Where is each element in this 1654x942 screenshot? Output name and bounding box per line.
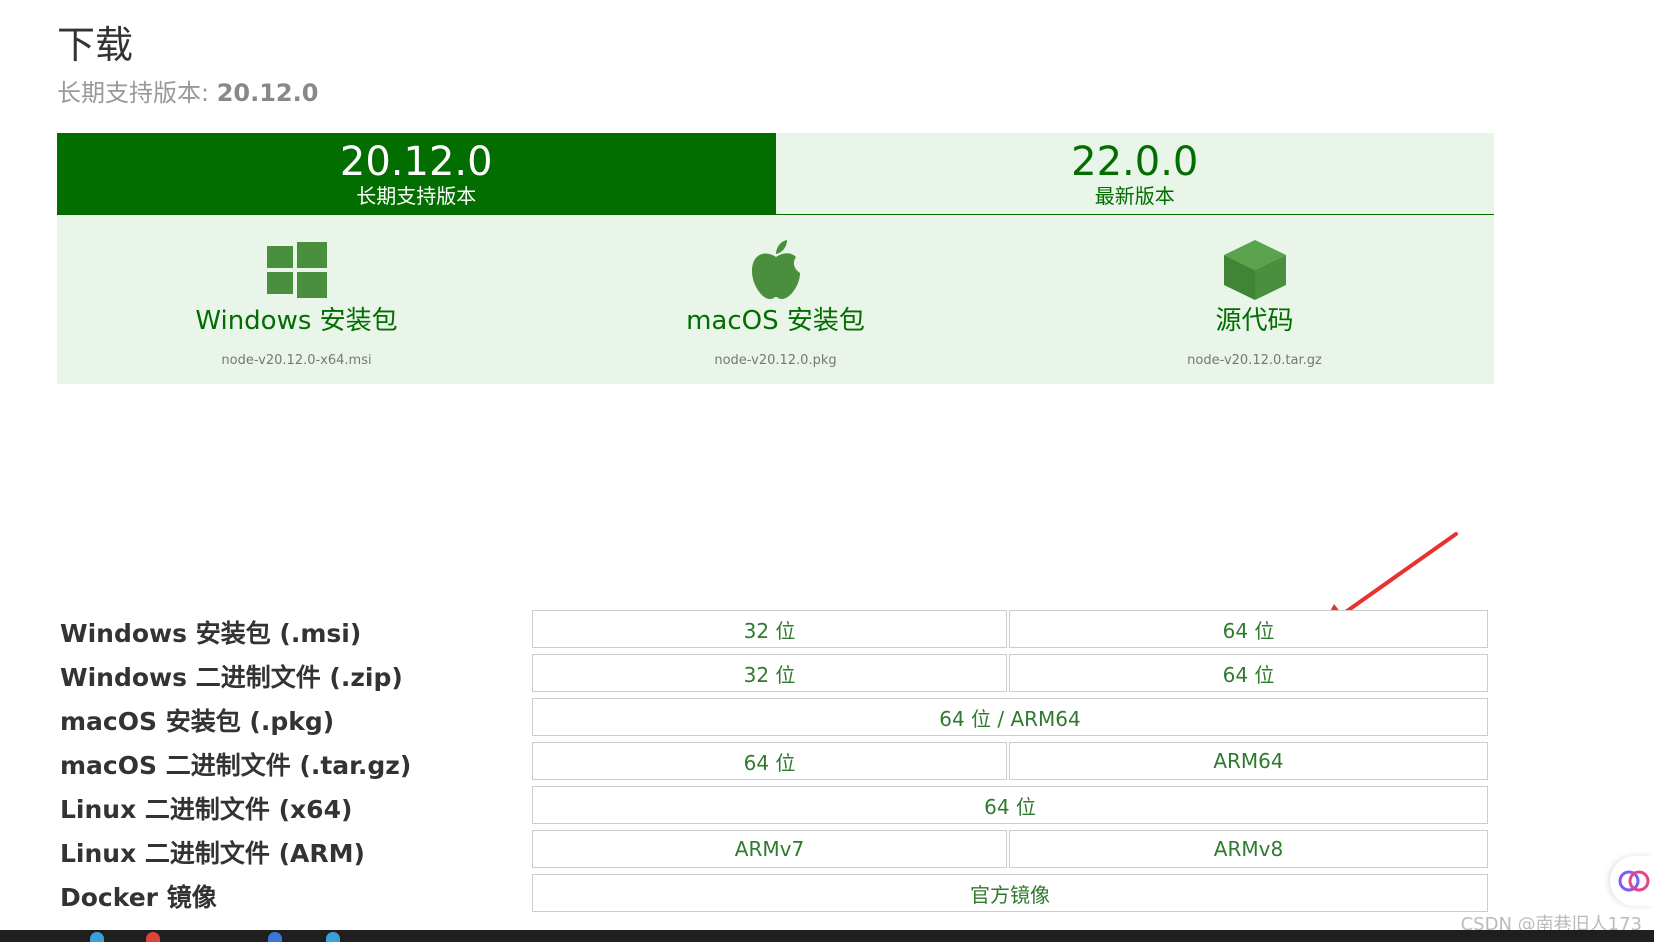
download-link[interactable]: 官方镜像 — [532, 874, 1488, 912]
download-link[interactable]: 64 位 — [532, 786, 1488, 824]
download-link[interactable]: 32 位 — [532, 654, 1007, 692]
taskbar-app-icon[interactable] — [146, 932, 160, 942]
brain-icon — [1618, 870, 1650, 892]
table-row: Windows 二进制文件 (.zip) 32 位 64 位 — [57, 652, 1494, 696]
row-label: Docker 镜像 — [60, 883, 217, 912]
floating-assistant-button[interactable] — [1610, 856, 1654, 906]
macos-installer-card[interactable]: macOS 安装包 node-v20.12.0.pkg — [536, 215, 1015, 384]
table-row: macOS 安装包 (.pkg) 64 位 / ARM64 — [57, 696, 1494, 740]
table-row: macOS 二进制文件 (.tar.gz) 64 位 ARM64 — [57, 740, 1494, 784]
tab-lts-version: 20.12.0 — [339, 138, 493, 185]
page-title: 下载 — [57, 23, 134, 67]
version-tabs: 20.12.0 长期支持版本 22.0.0 最新版本 — [57, 133, 1494, 216]
table-row: Docker 镜像 官方镜像 — [57, 872, 1494, 916]
windows-installer-card[interactable]: Windows 安装包 node-v20.12.0-x64.msi — [57, 215, 536, 384]
subtitle-version: 20.12.0 — [216, 79, 319, 107]
table-row: Linux 二进制文件 (x64) 64 位 — [57, 784, 1494, 828]
apple-logo-icon — [750, 239, 802, 301]
download-link[interactable]: 32 位 — [532, 610, 1007, 648]
page-subtitle: 长期支持版本: 20.12.0 — [57, 73, 318, 108]
table-row: Linux 二进制文件 (ARM) ARMv7 ARMv8 — [57, 828, 1494, 872]
subtitle-prefix: 长期支持版本: — [57, 79, 217, 107]
taskbar-app-icon[interactable] — [90, 932, 104, 942]
windows-logo-icon — [266, 239, 327, 301]
source-code-file: node-v20.12.0.tar.gz — [1187, 353, 1322, 368]
macos-installer-title: macOS 安装包 — [686, 306, 865, 336]
download-link[interactable]: ARMv7 — [532, 830, 1007, 868]
source-code-card[interactable]: 源代码 node-v20.12.0.tar.gz — [1015, 215, 1494, 384]
tab-current[interactable]: 22.0.0 最新版本 — [776, 133, 1495, 214]
tab-lts-label: 长期支持版本 — [356, 183, 477, 208]
download-link[interactable]: ARMv8 — [1009, 830, 1488, 868]
source-code-title: 源代码 — [1215, 306, 1294, 336]
row-label: Windows 安装包 (.msi) — [60, 619, 362, 648]
download-link[interactable]: 64 位 — [1009, 610, 1488, 648]
download-cards: Windows 安装包 node-v20.12.0-x64.msi macOS … — [57, 215, 1494, 384]
tab-current-label: 最新版本 — [1094, 183, 1175, 208]
row-label: Windows 二进制文件 (.zip) — [60, 663, 403, 692]
windows-installer-title: Windows 安装包 — [195, 306, 398, 336]
tab-current-version: 22.0.0 — [1071, 138, 1199, 185]
row-label: Linux 二进制文件 (x64) — [60, 795, 353, 824]
taskbar-app-icon[interactable] — [326, 932, 340, 942]
package-box-icon — [1223, 239, 1287, 301]
tab-lts[interactable]: 20.12.0 长期支持版本 — [57, 133, 776, 214]
row-label: macOS 二进制文件 (.tar.gz) — [60, 751, 412, 780]
downloads-table: Windows 安装包 (.msi) 32 位 64 位 Windows 二进制… — [57, 608, 1494, 916]
download-link[interactable]: 64 位 — [532, 742, 1007, 780]
taskbar-app-icon[interactable] — [268, 932, 282, 942]
macos-installer-file: node-v20.12.0.pkg — [714, 353, 837, 368]
taskbar — [0, 930, 1654, 942]
row-label: Linux 二进制文件 (ARM) — [60, 839, 365, 868]
download-link[interactable]: 64 位 — [1009, 654, 1488, 692]
table-row: Windows 安装包 (.msi) 32 位 64 位 — [57, 608, 1494, 652]
download-link[interactable]: ARM64 — [1009, 742, 1488, 780]
windows-installer-file: node-v20.12.0-x64.msi — [221, 353, 372, 368]
row-label: macOS 安装包 (.pkg) — [60, 707, 335, 736]
download-link[interactable]: 64 位 / ARM64 — [532, 698, 1488, 736]
